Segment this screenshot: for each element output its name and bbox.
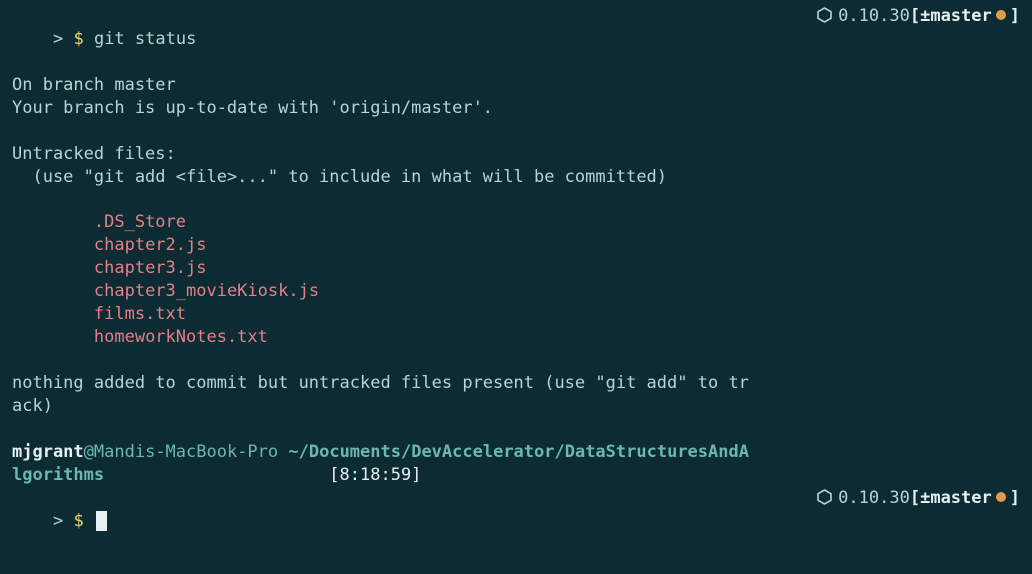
branch-prefix: ±: [920, 487, 930, 510]
file-name: chapter3_movieKiosk.js: [94, 281, 319, 301]
untracked-file: homeworkNotes.txt: [12, 326, 1020, 349]
status-right-2: 0.10.30 [±master ]: [817, 487, 1020, 510]
branch-name: master: [930, 5, 991, 28]
output-uptodate: Your branch is up-to-date with 'origin/m…: [12, 97, 1020, 120]
ps1-path-2: lgorithms: [12, 465, 104, 485]
prompt-dollar: $: [73, 29, 83, 49]
prompt-row-2: > $ 0.10.30 [±master ]: [12, 487, 1020, 556]
blank-line: [12, 120, 1020, 143]
ps1-line-1: mjgrant@Mandis-MacBook-Pro ~/Documents/D…: [12, 441, 1020, 464]
hex-icon: [817, 5, 832, 28]
ps1-host: Mandis-MacBook-Pro: [94, 442, 278, 462]
branch-name: master: [930, 487, 991, 510]
version-text: 0.10.30: [838, 5, 910, 28]
branch-bracket-open: [: [910, 487, 920, 510]
cursor[interactable]: [96, 511, 107, 531]
file-name: chapter2.js: [94, 235, 207, 255]
ps1-path-1: ~/Documents/DevAccelerator/DataStructure…: [288, 442, 749, 462]
ps1-user: mjgrant: [12, 442, 84, 462]
file-name: homeworkNotes.txt: [94, 327, 268, 347]
file-name: films.txt: [94, 304, 186, 324]
blank-line: [12, 189, 1020, 212]
branch-prefix: ±: [920, 5, 930, 28]
status-dot-icon: [996, 10, 1006, 20]
blank-line: [12, 418, 1020, 441]
untracked-header: Untracked files:: [12, 143, 1020, 166]
untracked-file: chapter2.js: [12, 234, 1020, 257]
ps1-at: @: [84, 442, 94, 462]
prompt-row-1: > $ git status 0.10.30 [±master ]: [12, 5, 1020, 74]
output-branch: On branch master: [12, 74, 1020, 97]
branch-bracket-close: ]: [1010, 487, 1020, 510]
ps1-time: [8:18:59]: [329, 465, 421, 485]
branch-bracket-open: [: [910, 5, 920, 28]
prompt-arrow: >: [53, 29, 63, 49]
untracked-file: .DS_Store: [12, 211, 1020, 234]
hex-icon: [817, 487, 832, 510]
branch-bracket-close: ]: [1010, 5, 1020, 28]
prompt-left[interactable]: > $ git status: [12, 5, 196, 74]
untracked-hint: (use "git add <file>..." to include in w…: [12, 166, 1020, 189]
prompt-arrow: >: [53, 511, 63, 531]
untracked-file: films.txt: [12, 303, 1020, 326]
file-name: chapter3.js: [94, 258, 207, 278]
command-text: git status: [94, 29, 196, 49]
prompt-dollar: $: [73, 511, 83, 531]
status-dot-icon: [996, 492, 1006, 502]
untracked-file: chapter3.js: [12, 257, 1020, 280]
untracked-files-list: .DS_Store chapter2.js chapter3.js chapte…: [12, 211, 1020, 349]
nothing-added-2: ack): [12, 395, 1020, 418]
file-name: .DS_Store: [94, 212, 186, 232]
untracked-file: chapter3_movieKiosk.js: [12, 280, 1020, 303]
status-right-1: 0.10.30 [±master ]: [817, 5, 1020, 28]
prompt-left-2[interactable]: > $: [12, 487, 107, 556]
nothing-added-1: nothing added to commit but untracked fi…: [12, 372, 1020, 395]
version-text: 0.10.30: [838, 487, 910, 510]
blank-line: [12, 349, 1020, 372]
ps1-line-2: lgorithms [8:18:59]: [12, 464, 1020, 487]
